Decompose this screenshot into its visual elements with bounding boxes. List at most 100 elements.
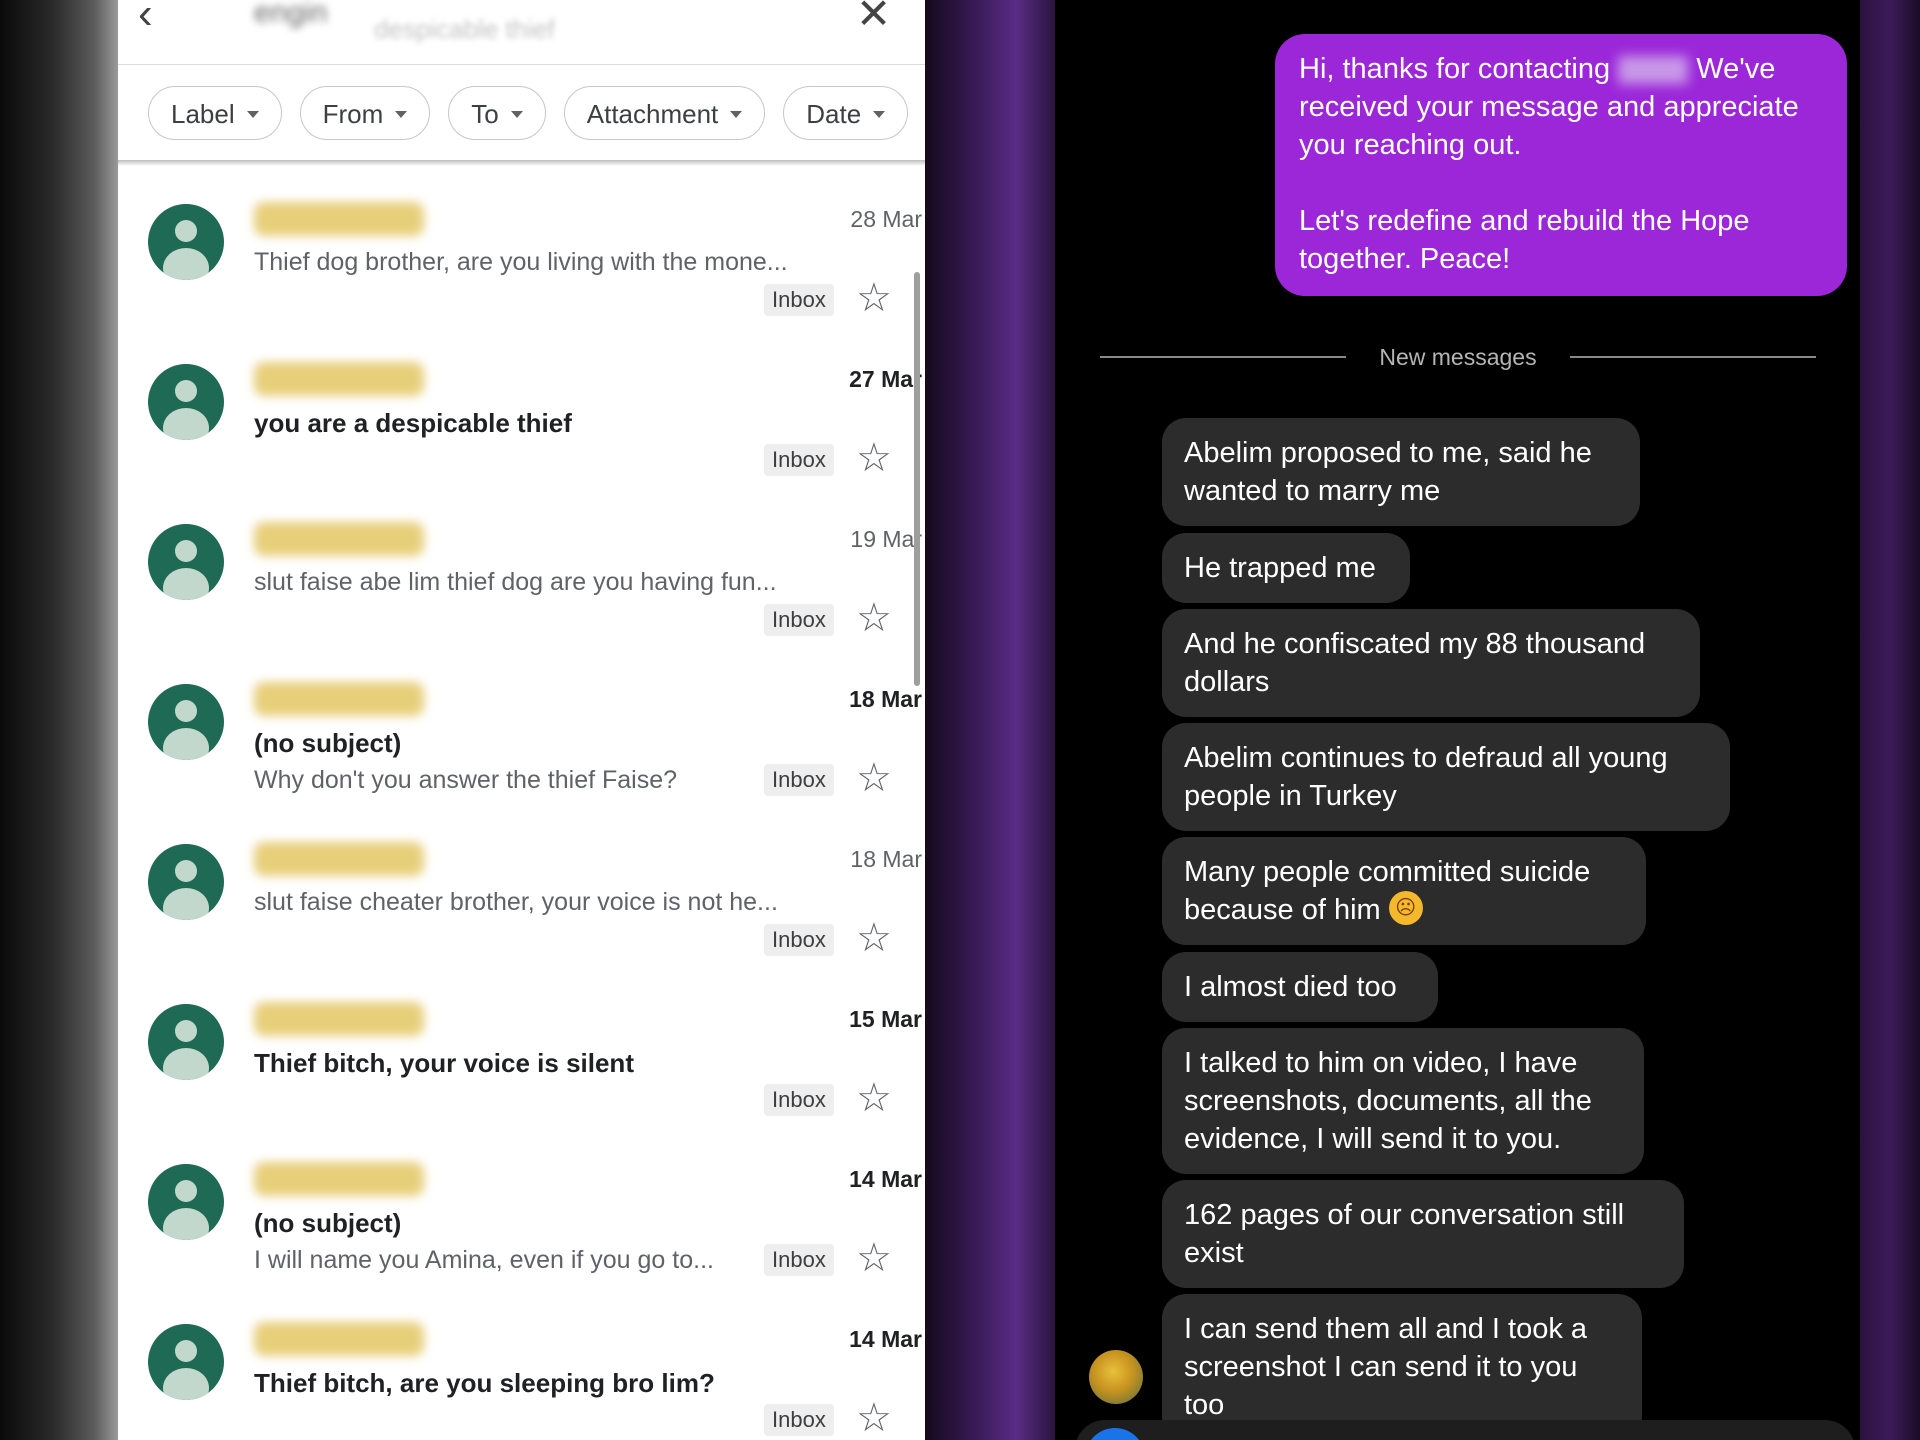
received-message-bubble: And he confiscated my 88 thousand dollar…	[1162, 609, 1700, 717]
caret-down-icon	[730, 110, 743, 118]
received-message-bubble: I can send them all and I took a screens…	[1162, 1294, 1642, 1440]
received-message-text: I talked to him on video, I have screens…	[1184, 1047, 1592, 1155]
email-date: 18 Mar	[850, 846, 922, 872]
avatar-head	[175, 700, 197, 722]
email-subject: Thief bitch, your voice is silent	[254, 1048, 634, 1078]
back-arrow-icon[interactable]: ‹	[138, 0, 178, 36]
email-snippet: slut faise cheater brother, your voice i…	[254, 888, 778, 916]
chip-label[interactable]: Label	[148, 86, 282, 140]
caret-down-icon	[873, 110, 886, 118]
email-date: 14 Mar	[849, 1166, 922, 1192]
inbox-label-badge: Inbox	[764, 604, 834, 636]
received-message-text: I can send them all and I took a screens…	[1184, 1313, 1588, 1421]
inbox-label-badge: Inbox	[764, 924, 834, 956]
received-message-text: Many people committed suicide because of…	[1184, 856, 1591, 926]
email-date: 18 Mar	[849, 686, 922, 712]
avatar-head	[175, 860, 197, 882]
sender-avatar	[148, 1164, 224, 1240]
background-middle	[925, 0, 1055, 1440]
email-subject: (no subject)	[254, 1208, 402, 1238]
avatar-body	[163, 1368, 209, 1400]
received-message-bubble: Many people committed suicide because of…	[1162, 837, 1646, 945]
sender-avatar	[148, 524, 224, 600]
search-input[interactable]: engin	[254, 0, 327, 30]
avatar-head	[175, 220, 197, 242]
received-message-bubble: Abelim continues to defraud all young pe…	[1162, 723, 1730, 831]
star-icon[interactable]: ☆	[856, 756, 892, 800]
search-bar: ‹ engin despicable thief ✕	[118, 0, 925, 65]
chip-attachment[interactable]: Attachment	[563, 86, 766, 140]
sender-name-redacted	[254, 842, 424, 876]
star-icon[interactable]: ☆	[856, 1076, 892, 1120]
sent-message-text-2: Let's redefine and rebuild the Hope toge…	[1299, 205, 1750, 275]
sent-message-bubble: Hi, thanks for contacting We've received…	[1275, 34, 1847, 296]
sender-name-redacted	[254, 522, 424, 556]
avatar-body	[163, 728, 209, 760]
background-right	[1860, 0, 1920, 1440]
star-icon[interactable]: ☆	[856, 1236, 892, 1280]
email-row[interactable]: 18 Mar slut faise cheater brother, your v…	[118, 840, 922, 1000]
message-composer[interactable]	[1075, 1420, 1855, 1440]
email-snippet: slut faise abe lim thief dog are you hav…	[254, 568, 777, 596]
email-date: 28 Mar	[850, 206, 922, 232]
email-date: 14 Mar	[849, 1326, 922, 1352]
star-icon[interactable]: ☆	[856, 276, 892, 320]
email-row[interactable]: 18 Mar (no subject) Why don't you answer t…	[118, 680, 922, 840]
star-icon[interactable]: ☆	[856, 1396, 892, 1440]
received-message-bubble: I almost died too	[1162, 952, 1438, 1022]
contact-avatar[interactable]	[1089, 1350, 1143, 1404]
email-subject: Thief bitch, are you sleeping bro lim?	[254, 1368, 715, 1398]
inbox-label-badge: Inbox	[764, 1404, 834, 1436]
email-row[interactable]: 19 Mar slut faise abe lim thief dog are y…	[118, 520, 922, 680]
sender-avatar	[148, 204, 224, 280]
email-row[interactable]: 27 Mar you are a despicable thief Inbox ☆	[118, 360, 922, 520]
chip-date[interactable]: Date	[783, 86, 909, 140]
email-subject: (no subject)	[254, 728, 402, 758]
email-date: 15 Mar	[849, 1006, 922, 1032]
inbox-label-badge: Inbox	[764, 444, 834, 476]
email-row[interactable]: 28 Mar Thief dog brother, are you living …	[118, 200, 922, 360]
gmail-search-panel: ‹ engin despicable thief ✕ Label From To At…	[118, 0, 925, 1440]
inbox-label-badge: Inbox	[764, 284, 834, 316]
email-snippet: Thief dog brother, are you living with t…	[254, 248, 788, 276]
avatar-body	[163, 408, 209, 440]
chat-panel: Hi, thanks for contacting We've received…	[1055, 0, 1860, 1440]
avatar-head	[175, 1180, 197, 1202]
filter-chips: Label From To Attachment Date	[148, 86, 925, 142]
email-row[interactable]: 15 Mar Thief bitch, your voice is silent I…	[118, 1000, 922, 1160]
received-message-text: Abelim proposed to me, said he wanted to…	[1184, 437, 1592, 507]
sender-name-redacted	[254, 1322, 424, 1356]
caret-down-icon	[246, 110, 259, 118]
received-message-bubble: 162 pages of our conversation still exis…	[1162, 1180, 1684, 1288]
received-message-text: 162 pages of our conversation still exis…	[1184, 1199, 1625, 1269]
sender-avatar	[148, 1324, 224, 1400]
sender-avatar	[148, 364, 224, 440]
avatar-body	[163, 1048, 209, 1080]
caret-down-icon	[395, 110, 408, 118]
star-icon[interactable]: ☆	[856, 596, 892, 640]
email-snippet: I will name you Amina, even if you go to…	[254, 1246, 714, 1274]
email-row[interactable]: 14 Mar (no subject) I will name you Amina,…	[118, 1160, 922, 1320]
chip-to[interactable]: To	[448, 86, 546, 140]
avatar-head	[175, 380, 197, 402]
star-icon[interactable]: ☆	[856, 916, 892, 960]
received-message-text: He trapped me	[1184, 552, 1376, 584]
email-date: 19 Mar	[850, 526, 922, 552]
divider-line-right	[1570, 356, 1816, 358]
close-icon[interactable]: ✕	[856, 0, 891, 35]
avatar-body	[163, 248, 209, 280]
star-icon[interactable]: ☆	[856, 436, 892, 480]
chip-attachment-text: Attachment	[586, 99, 719, 129]
avatar-head	[175, 540, 197, 562]
sender-avatar	[148, 844, 224, 920]
sender-name-redacted	[254, 682, 424, 716]
chip-from[interactable]: From	[299, 86, 431, 140]
sad-face-emoji-icon: ☹	[1388, 891, 1423, 926]
email-row[interactable]: 14 Mar Thief bitch, are you sleeping bro …	[118, 1320, 922, 1440]
sent-message-text-1a: Hi, thanks for contacting	[1299, 53, 1611, 85]
sender-name-redacted	[254, 1162, 424, 1196]
chip-date-text: Date	[806, 99, 862, 129]
received-message-bubble: Abelim proposed to me, said he wanted to…	[1162, 418, 1640, 526]
sender-name-redacted	[254, 202, 424, 236]
scrollbar[interactable]	[914, 272, 920, 686]
